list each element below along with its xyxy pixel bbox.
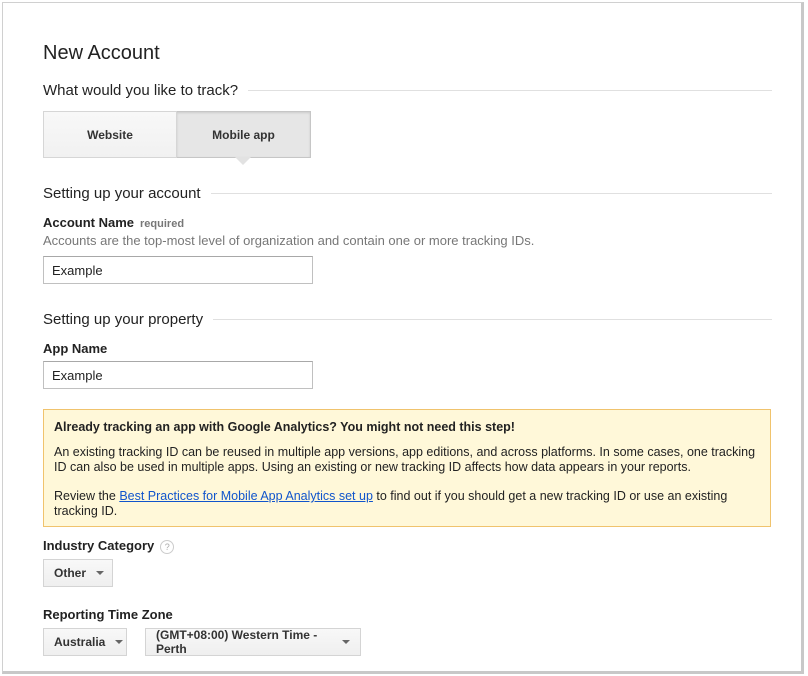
account-section-heading: Setting up your account	[43, 185, 201, 202]
track-question: What would you like to track?	[43, 82, 239, 99]
divider	[213, 319, 772, 320]
property-section-heading: Setting up your property	[43, 311, 204, 328]
industry-category-label: Industry Category?	[43, 538, 175, 554]
divider	[248, 90, 772, 91]
industry-category-label-text: Industry Category	[43, 538, 155, 553]
app-name-label: App Name	[43, 341, 108, 356]
account-name-input[interactable]	[43, 256, 313, 284]
chevron-down-icon	[96, 571, 105, 575]
time-zone-country-value: Australia	[54, 635, 106, 649]
track-type-selector: Website Mobile app	[43, 111, 311, 165]
track-question-row: What would you like to track?	[43, 82, 772, 99]
mobile-app-option-button[interactable]: Mobile app	[177, 111, 311, 165]
notice-body: An existing tracking ID can be reused in…	[54, 445, 756, 474]
property-section-row: Setting up your property	[43, 311, 772, 328]
account-name-label: Account Name required	[43, 215, 184, 230]
time-zone-country-dropdown[interactable]: Australia	[43, 628, 127, 656]
app-name-input[interactable]	[43, 361, 313, 389]
existing-tracking-notice: Already tracking an app with Google Anal…	[43, 409, 771, 527]
chevron-down-icon	[342, 640, 350, 644]
notice-review-prefix: Review the	[54, 489, 120, 503]
industry-category-dropdown[interactable]: Other	[43, 559, 113, 587]
time-zone-value: (GMT+08:00) Western Time - Perth	[156, 628, 318, 656]
account-name-label-text: Account Name	[43, 215, 135, 230]
industry-category-value: Other	[54, 566, 87, 580]
account-form-panel	[2, 2, 804, 674]
notice-review: Review the Best Practices for Mobile App…	[54, 489, 760, 519]
help-icon[interactable]: ?	[160, 539, 175, 554]
best-practices-link[interactable]: Best Practices for Mobile App Analytics …	[119, 489, 373, 503]
divider	[210, 193, 772, 194]
notice-title: Already tracking an app with Google Anal…	[54, 420, 515, 434]
page-title: New Account	[43, 42, 160, 64]
reporting-time-zone-label: Reporting Time Zone	[43, 607, 173, 622]
required-tag: required	[140, 218, 185, 230]
account-help-text: Accounts are the top-most level of organ…	[43, 233, 535, 248]
time-zone-dropdown[interactable]: (GMT+08:00) Western Time - Perth	[145, 628, 361, 656]
account-section-row: Setting up your account	[43, 185, 772, 202]
chevron-down-icon	[115, 640, 124, 644]
website-option-button[interactable]: Website	[43, 111, 177, 158]
